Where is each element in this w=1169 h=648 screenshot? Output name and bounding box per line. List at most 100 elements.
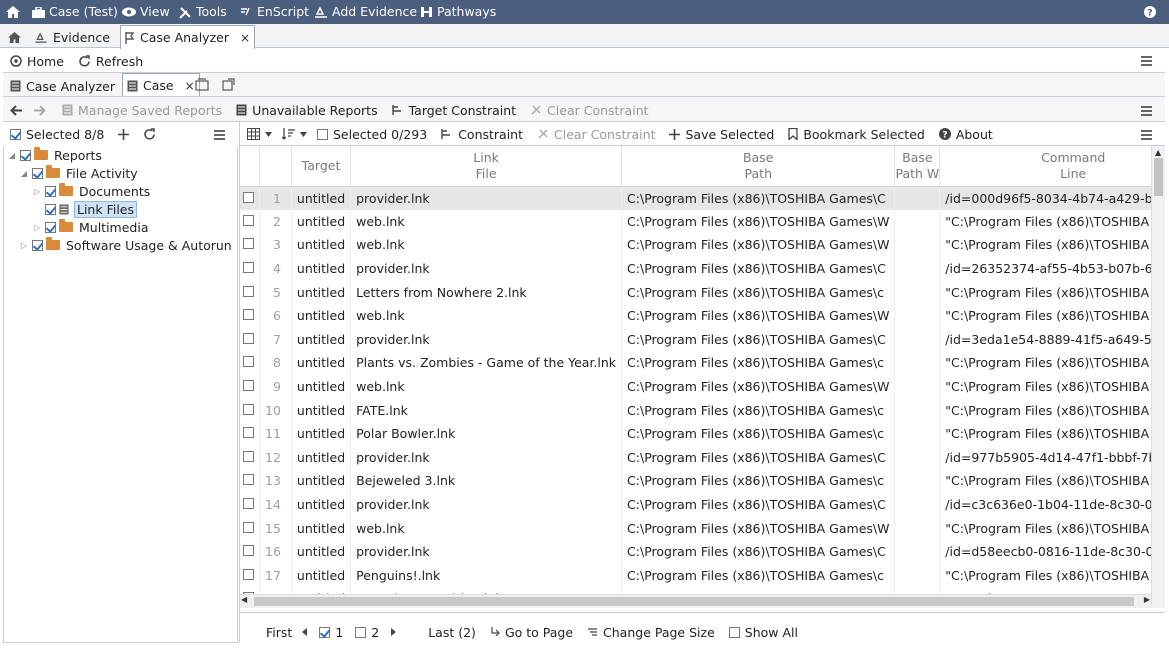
- tree-node-link-files[interactable]: Link Files: [32, 200, 138, 218]
- close-icon[interactable]: ×: [185, 79, 195, 93]
- table-row[interactable]: 10 untitled FATE.lnk C:\Program Files (x86)…: [240, 398, 1165, 422]
- new-tab-button[interactable]: [222, 77, 235, 91]
- row-checkbox[interactable]: [240, 256, 260, 281]
- tree-node-file-activity[interactable]: ◢ File Activity: [19, 164, 138, 182]
- grid-select-all[interactable]: Selected 0/293: [317, 127, 427, 142]
- tree-refresh-button[interactable]: [143, 127, 156, 141]
- case-menu[interactable]: Case (Test): [32, 0, 118, 24]
- table-row[interactable]: 14 untitled provider.lnk C:\Program Files (…: [240, 492, 1165, 517]
- table-row[interactable]: 16 untitled provider.lnk C:\Program Files (…: [240, 539, 1165, 564]
- collapse-icon[interactable]: ◢: [19, 169, 29, 178]
- tree-node-software-usage[interactable]: ▷ Software Usage & Autorun: [19, 236, 232, 254]
- expand-icon[interactable]: ▷: [32, 187, 42, 196]
- horizontal-scrollbar[interactable]: ◀ ▶: [240, 594, 1151, 608]
- close-icon[interactable]: ×: [240, 31, 250, 45]
- tab-case-analyzer[interactable]: Case Analyzer ×: [120, 25, 256, 49]
- change-page-size-button[interactable]: Change Page Size: [587, 625, 715, 640]
- table-view-dropdown[interactable]: [247, 128, 272, 140]
- checkbox-icon[interactable]: [243, 545, 254, 557]
- tree-node-reports[interactable]: ◢ Reports: [7, 146, 102, 164]
- checkbox-icon[interactable]: [243, 521, 254, 533]
- clear-constraint-button[interactable]: Clear Constraint: [530, 103, 649, 118]
- scroll-thumb[interactable]: [254, 597, 1134, 606]
- add-evidence-menu[interactable]: Add Evidence: [314, 0, 417, 24]
- row-checkbox[interactable]: [240, 280, 260, 304]
- tree-checkbox[interactable]: [20, 149, 31, 161]
- home-button[interactable]: Home: [10, 54, 64, 69]
- tools-menu[interactable]: Tools: [179, 0, 227, 24]
- checkbox-icon[interactable]: [243, 568, 254, 580]
- tree-menu-button[interactable]: [214, 127, 225, 141]
- checkbox-icon[interactable]: [243, 285, 254, 297]
- scroll-thumb[interactable]: [1154, 158, 1163, 196]
- checkbox-icon[interactable]: [243, 309, 254, 321]
- page-1-button[interactable]: 1: [319, 625, 343, 640]
- show-all-toggle[interactable]: Show All: [728, 625, 798, 640]
- expand-icon[interactable]: ▷: [32, 223, 42, 232]
- pathways-menu[interactable]: Pathways: [420, 0, 496, 24]
- expand-icon[interactable]: ▷: [19, 241, 29, 250]
- save-selected-button[interactable]: Save Selected: [669, 127, 774, 142]
- reports-menu-button[interactable]: [1141, 103, 1152, 117]
- checkbox-icon[interactable]: [243, 380, 254, 392]
- row-checkbox[interactable]: [240, 303, 260, 328]
- row-checkbox[interactable]: [240, 539, 260, 564]
- enscript-menu[interactable]: EnScript: [240, 0, 309, 24]
- table-row[interactable]: 3 untitled web.lnk C:\Program Files (x86)\T…: [240, 233, 1165, 257]
- row-checkbox[interactable]: [240, 233, 260, 257]
- checkbox-icon[interactable]: [243, 450, 254, 462]
- last-page-button[interactable]: Last (2): [428, 625, 476, 640]
- table-row[interactable]: 5 untitled Letters from Nowhere 2.lnk C:\Pr…: [240, 280, 1165, 304]
- refresh-button[interactable]: Refresh: [78, 54, 143, 69]
- table-row[interactable]: 13 untitled Bejeweled 3.lnk C:\Program File…: [240, 469, 1165, 493]
- tree-node-multimedia[interactable]: ▷ Multimedia: [32, 218, 149, 236]
- tree-checkbox[interactable]: [45, 221, 56, 233]
- prev-page-button[interactable]: [302, 628, 308, 636]
- table-row[interactable]: 12 untitled provider.lnk C:\Program Files (…: [240, 445, 1165, 470]
- collapse-icon[interactable]: ◢: [7, 151, 17, 160]
- help-button[interactable]: ?: [1144, 0, 1156, 24]
- table-row[interactable]: 2 untitled web.lnk C:\Program Files (x86)\T…: [240, 209, 1165, 234]
- tree-selected-toggle[interactable]: Selected 8/8: [10, 127, 104, 142]
- split-view-button[interactable]: [195, 77, 209, 91]
- checkbox-icon[interactable]: [243, 262, 254, 274]
- header-base-path-w[interactable]: Base Path W: [894, 146, 941, 187]
- target-constraint-button[interactable]: Target Constraint: [391, 103, 516, 118]
- forward-button[interactable]: [33, 104, 46, 116]
- table-row[interactable]: 8 untitled Plants vs. Zombies - Game of th…: [240, 351, 1165, 375]
- home-menu-button[interactable]: [6, 0, 20, 24]
- row-checkbox[interactable]: [240, 469, 260, 493]
- tree-checkbox[interactable]: [32, 167, 43, 179]
- row-checkbox[interactable]: [240, 327, 260, 352]
- sort-dropdown[interactable]: [282, 128, 307, 140]
- row-checkbox[interactable]: [240, 374, 260, 399]
- back-button[interactable]: [10, 104, 23, 116]
- grid-menu-button[interactable]: [1141, 127, 1152, 141]
- row-checkbox[interactable]: [240, 186, 260, 210]
- header-target[interactable]: Target: [291, 146, 352, 187]
- header-select[interactable]: [240, 146, 260, 187]
- home-tab[interactable]: [4, 26, 25, 48]
- table-row[interactable]: 1 untitled provider.lnk C:\Program Files (x…: [240, 186, 1165, 210]
- grid-clear-constraint-button[interactable]: Clear Constraint: [537, 127, 655, 142]
- bookmark-selected-button[interactable]: Bookmark Selected: [788, 127, 925, 142]
- row-checkbox[interactable]: [240, 398, 260, 422]
- unavailable-reports-button[interactable]: Unavailable Reports: [236, 103, 378, 118]
- row-checkbox[interactable]: [240, 445, 260, 470]
- table-row[interactable]: 4 untitled provider.lnk C:\Program Files (x…: [240, 256, 1165, 281]
- go-to-page-button[interactable]: Go to Page: [490, 625, 573, 640]
- row-checkbox[interactable]: [240, 563, 260, 588]
- row-checkbox[interactable]: [240, 421, 260, 446]
- table-row[interactable]: 7 untitled provider.lnk C:\Program Files (x…: [240, 327, 1165, 352]
- checkbox-icon[interactable]: [243, 498, 254, 510]
- checkbox-icon[interactable]: [243, 474, 254, 486]
- about-button[interactable]: ? About: [938, 127, 993, 142]
- header-link-file[interactable]: Link File: [350, 146, 623, 187]
- row-checkbox[interactable]: [240, 351, 260, 375]
- checkbox-icon[interactable]: [243, 403, 254, 415]
- checkbox-icon[interactable]: [243, 214, 254, 226]
- table-row[interactable]: 17 untitled Penguins!.lnk C:\Program Files …: [240, 563, 1165, 588]
- header-base-path[interactable]: Base Path: [621, 146, 896, 187]
- header-command-line[interactable]: Command Line: [939, 146, 1165, 187]
- checkbox-icon[interactable]: [243, 332, 254, 344]
